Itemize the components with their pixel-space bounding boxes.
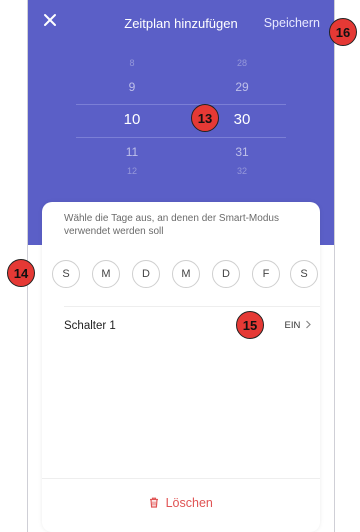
schedule-card: Wähle die Tage aus, an denen der Smart-M… (42, 202, 320, 532)
switch-label: Schalter 1 (64, 320, 116, 332)
delete-button[interactable]: Löschen (42, 496, 320, 510)
switch-state-value: EIN (284, 320, 301, 331)
minute-option[interactable]: 28 (222, 58, 262, 68)
day-monday[interactable]: M (92, 260, 120, 288)
schedule-screen: Zeitplan hinzufügen Speichern 8 9 10 11 … (27, 0, 335, 532)
hour-option[interactable]: 12 (112, 166, 152, 176)
hour-option[interactable]: 8 (112, 58, 152, 68)
annotation-badge-15: 15 (236, 311, 264, 339)
trash-icon (150, 497, 159, 508)
divider (42, 478, 320, 479)
annotation-badge-16: 16 (329, 18, 357, 46)
day-tuesday[interactable]: D (132, 260, 160, 288)
divider (64, 306, 320, 307)
hour-option[interactable]: 9 (112, 80, 152, 94)
save-button[interactable]: Speichern (264, 16, 320, 30)
minute-selected[interactable]: 30 (222, 111, 262, 128)
delete-label: Löschen (165, 496, 213, 510)
day-sunday[interactable]: S (52, 260, 80, 288)
day-friday[interactable]: F (252, 260, 280, 288)
switch-state-selector[interactable]: EIN (285, 320, 312, 331)
picker-divider-top (76, 104, 286, 105)
picker-divider-bottom (76, 137, 286, 138)
day-wednesday[interactable]: M (172, 260, 200, 288)
annotation-badge-13: 13 (191, 104, 219, 132)
day-saturday[interactable]: S (290, 260, 318, 288)
annotation-badge-14: 14 (7, 259, 35, 287)
days-hint: Wähle die Tage aus, an denen der Smart-M… (64, 213, 279, 237)
hour-selected[interactable]: 10 (112, 111, 152, 128)
minute-option[interactable]: 29 (222, 80, 262, 94)
minute-option[interactable]: 32 (222, 166, 262, 176)
minute-option[interactable]: 31 (222, 145, 262, 159)
day-thursday[interactable]: D (212, 260, 240, 288)
chevron-right-icon (306, 320, 311, 329)
hour-option[interactable]: 11 (112, 145, 152, 159)
